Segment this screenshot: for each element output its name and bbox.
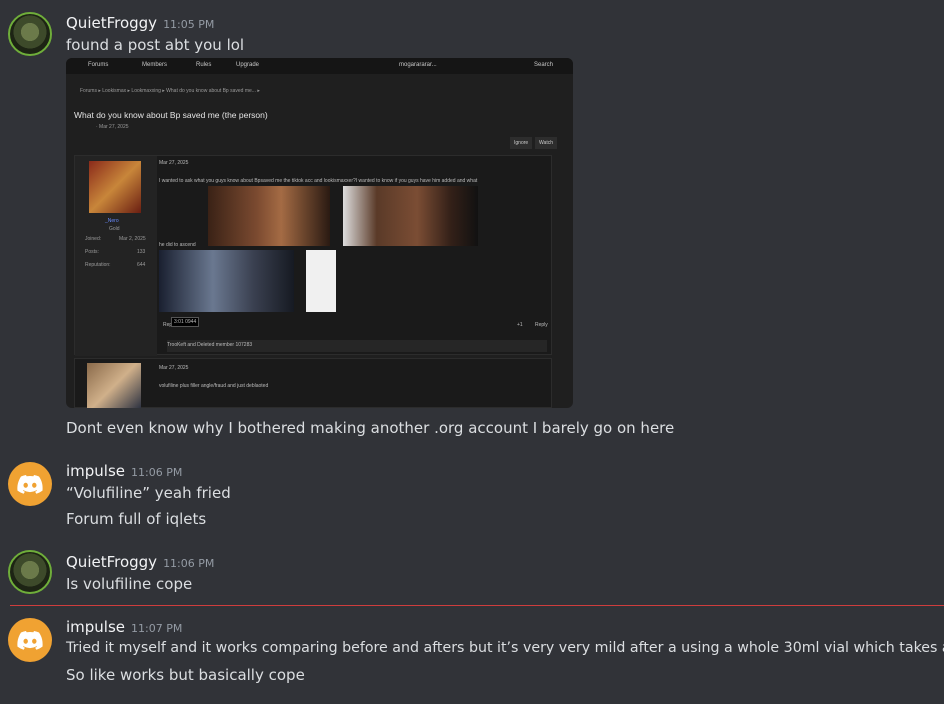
- nav-rules: Rules: [196, 62, 212, 68]
- post-user-sidebar: _Nero Gold Joined: Mar 2, 2025 Posts: 13…: [75, 156, 157, 356]
- nav-upgrade: Upgrade: [236, 62, 260, 68]
- message-text: “Volufiline” yeah fried: [66, 484, 231, 502]
- forum-post-2: Mar 27, 2025 volufiline plus filler angl…: [74, 358, 552, 408]
- watch-button: Watch: [535, 137, 557, 149]
- nav-members: Members: [142, 62, 168, 68]
- post-username: _Nero: [105, 218, 119, 224]
- username-text[interactable]: QuietFroggy: [66, 14, 157, 32]
- post-image-1: [208, 186, 330, 246]
- discord-logo-icon: [17, 631, 43, 650]
- username-text[interactable]: QuietFroggy: [66, 553, 157, 571]
- nav-search: Search: [534, 62, 554, 68]
- message-text: Forum full of iqlets: [66, 510, 207, 528]
- post2-avatar-image: [87, 363, 141, 408]
- post-image-2: [343, 186, 478, 246]
- avatar[interactable]: [8, 618, 52, 662]
- stat-joined-label: Joined:: [85, 236, 102, 242]
- post-date: Mar 27, 2025: [159, 160, 189, 166]
- username-text[interactable]: impulse: [66, 462, 125, 480]
- post-image-4: [306, 250, 336, 312]
- thread-title: What do you know about Bp saved me (the …: [74, 110, 268, 120]
- stat-rep-value: 644: [137, 262, 146, 268]
- timestamp: 11:06 PM: [163, 557, 215, 570]
- new-messages-divider: [10, 605, 944, 606]
- username[interactable]: QuietFroggy 11:06 PM: [66, 553, 214, 571]
- stat-rep-label: Reputation:: [85, 262, 111, 268]
- avatar[interactable]: [8, 462, 52, 506]
- reactions-bar: TrooKeft and Deleted member 107283: [167, 340, 547, 352]
- nav-forums: Forums: [88, 62, 109, 68]
- username[interactable]: QuietFroggy 11:05 PM: [66, 14, 214, 32]
- stat-joined-value: Mar 2, 2025: [119, 236, 146, 242]
- breadcrumb: Forums ▸ Lookismax ▸ Lookmaxxing ▸ What …: [80, 88, 260, 94]
- likes-count: +1: [517, 322, 523, 328]
- username[interactable]: impulse 11:07 PM: [66, 618, 182, 636]
- message-text: So like works but basically cope: [66, 666, 305, 684]
- discord-logo-icon: [17, 475, 43, 494]
- embedded-screenshot[interactable]: Forums Members Rules Upgrade mogarararar…: [66, 58, 573, 408]
- post-image-3: [159, 250, 294, 312]
- forum-post: _Nero Gold Joined: Mar 2, 2025 Posts: 13…: [74, 155, 552, 356]
- message-text: found a post abt you lol: [66, 36, 245, 54]
- post2-text: volufiline plus filler angle/fraud and j…: [159, 383, 269, 389]
- avatar[interactable]: [8, 550, 52, 594]
- timestamp: 11:06 PM: [131, 466, 183, 479]
- message-text: Tried it myself and it works comparing b…: [66, 640, 944, 656]
- nav-user: mogarararar...: [399, 62, 437, 68]
- tooltip: 3:01 0944: [171, 317, 200, 327]
- forum-navbar: Forums Members Rules Upgrade mogarararar…: [66, 58, 573, 74]
- timestamp: 11:07 PM: [131, 622, 183, 635]
- post-text: I wanted to ask what you guys know about…: [159, 178, 478, 184]
- username[interactable]: impulse 11:06 PM: [66, 462, 182, 480]
- username-text[interactable]: impulse: [66, 618, 125, 636]
- post2-date: Mar 27, 2025: [159, 365, 189, 371]
- reply-link: Reply: [535, 322, 548, 328]
- message-text: Is volufiline cope: [66, 575, 193, 593]
- stat-posts-value: 133: [137, 249, 146, 255]
- user-avatar-image: [89, 161, 141, 213]
- stat-posts-label: Posts:: [85, 249, 99, 255]
- post-text-2: he did to ascend: [159, 242, 196, 248]
- ignore-button: Ignore: [510, 137, 533, 149]
- thread-meta: · Mar 27, 2025: [96, 124, 129, 130]
- timestamp: 11:05 PM: [163, 18, 215, 31]
- message-text: Dont even know why I bothered making ano…: [66, 419, 675, 437]
- avatar[interactable]: [8, 12, 52, 56]
- post-user-rank: Gold: [109, 226, 120, 232]
